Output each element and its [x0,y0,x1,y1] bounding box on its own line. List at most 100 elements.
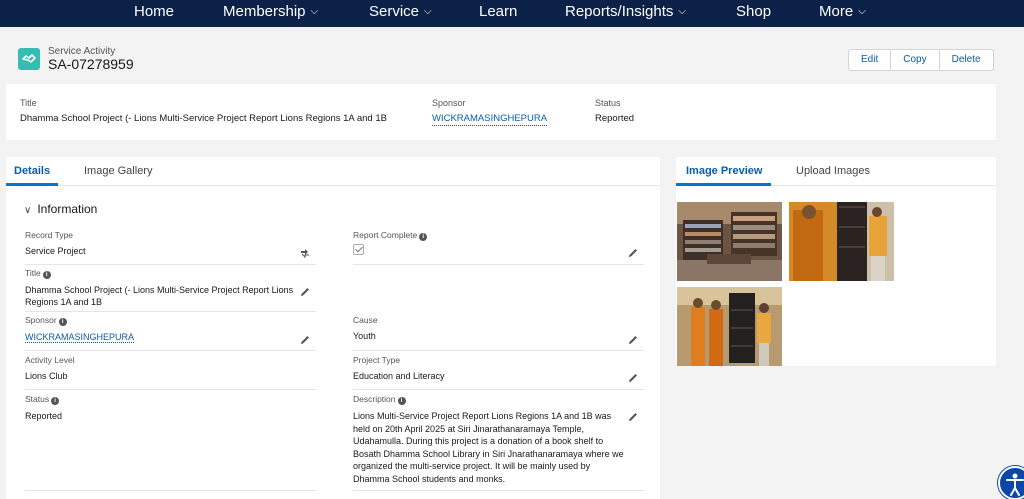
nav-more[interactable]: More ⌵ [819,3,866,23]
highlight-title: Title Dhamma School Project (- Lions Mul… [20,98,387,124]
info-icon[interactable]: i [59,318,67,326]
field-activity-level: Activity Level Lions Club [25,355,75,382]
highlight-title-label: Title [20,98,387,108]
nav-learn[interactable]: Learn [479,3,517,21]
field-report-complete: Report Complete i [353,230,427,260]
highlight-title-value: Dhamma School Project (- Lions Multi-Ser… [20,113,387,124]
chevron-down-icon: ⌵ [678,3,686,21]
nav-learn-label: Learn [479,3,517,20]
chevron-down-icon: ⌵ [858,3,866,21]
project-type-value: Education and Literacy [353,370,445,382]
divider [25,264,316,265]
chevron-down-icon: ∨ [24,205,31,216]
info-icon[interactable]: i [398,397,406,405]
sponsor-label: Sponsor [25,315,57,325]
pencil-icon[interactable] [627,247,639,259]
accessibility-icon[interactable] [998,466,1024,499]
field-sponsor: Sponsor i WICKRAMASINGHEPURA [25,315,134,343]
highlight-sponsor-link[interactable]: WICKRAMASINGHEPURA [432,113,547,126]
nav-shop-label: Shop [736,3,771,20]
activity-level-label: Activity Level [25,355,75,365]
description-value: Lions Multi-Service Project Report Lions… [353,410,625,485]
section-information[interactable]: ∨ Information [24,202,97,216]
image-tabs: Image Preview Upload Images [676,157,996,186]
highlight-sponsor-label: Sponsor [432,98,547,108]
field-status: Status i Reported [25,394,62,422]
divider [25,350,316,351]
group-photo-thumbnail[interactable] [677,287,782,366]
info-icon[interactable]: i [419,233,427,241]
highlight-sponsor: Sponsor WICKRAMASINGHEPURA [432,98,547,124]
info-icon[interactable]: i [51,397,59,405]
info-icon[interactable]: i [43,271,51,279]
record-id-title: SA-07278959 [48,56,134,72]
tab-upload-images[interactable]: Upload Images [796,165,870,177]
pencil-icon[interactable] [627,372,639,384]
chevron-down-icon: ⌵ [311,3,319,21]
handshake-icon [18,48,40,70]
highlights-panel: Title Dhamma School Project (- Lions Mul… [6,84,996,140]
pencil-icon[interactable] [299,334,311,346]
title-value: Dhamma School Project (- Lions Multi-Ser… [25,284,295,308]
field-project-type: Project Type Education and Literacy [353,355,445,382]
description-label: Description [353,394,396,404]
chevron-down-icon: ⌵ [424,3,432,21]
pencil-icon[interactable] [627,334,639,346]
nav-reports-label: Reports/Insights [565,3,673,20]
project-type-label: Project Type [353,355,445,365]
highlight-status-value: Reported [595,113,634,124]
active-tab-indicator [6,183,58,186]
nav-home[interactable]: Home [134,3,174,21]
tab-details[interactable]: Details [14,165,50,177]
status-label: Status [25,394,49,404]
record-type-label: Record Type [25,230,86,240]
nav-service-label: Service [369,3,419,20]
detail-tabs: Details Image Gallery [6,157,660,186]
change-record-type-icon[interactable] [299,247,311,259]
highlight-status: Status Reported [595,98,634,124]
field-record-type: Record Type Service Project [25,230,86,257]
report-complete-label: Report Complete [353,230,417,240]
divider [25,389,316,390]
activity-level-value: Lions Club [25,370,75,382]
divider [353,490,644,491]
report-complete-checkbox [353,244,364,255]
monk-bookshelf-photo-thumbnail[interactable] [789,202,894,281]
section-information-label: Information [37,202,97,216]
nav-reports-insights[interactable]: Reports/Insights ⌵ [565,3,686,23]
field-cause: Cause Youth [353,315,378,342]
tab-image-preview[interactable]: Image Preview [686,165,762,177]
status-value: Reported [25,410,62,422]
divider [353,350,644,351]
nav-membership-label: Membership [223,3,306,20]
record-type-value: Service Project [25,245,86,257]
divider [25,311,316,312]
top-navigation: Home Membership ⌵ Service ⌵ Learn Reports/… [0,0,1024,27]
record-actions: Edit Copy Delete [848,49,994,71]
library-photo-thumbnail[interactable] [677,202,782,281]
nav-service[interactable]: Service ⌵ [369,3,432,23]
divider [25,490,316,491]
divider [353,264,644,265]
nav-home-label: Home [134,3,174,20]
highlight-status-label: Status [595,98,634,108]
field-description: Description i Lions Multi-Service Project… [353,394,625,485]
image-card: Image Preview Upload Images [676,157,996,366]
nav-more-label: More [819,3,853,20]
cause-label: Cause [353,315,378,325]
edit-button[interactable]: Edit [849,50,891,70]
details-card: Details Image Gallery ∨ Information Recor… [6,157,660,499]
cause-value: Youth [353,330,378,342]
nav-shop[interactable]: Shop [736,3,771,21]
copy-button[interactable]: Copy [891,50,939,70]
sponsor-link[interactable]: WICKRAMASINGHEPURA [25,332,134,343]
delete-button[interactable]: Delete [940,50,993,70]
field-title: Title i Dhamma School Project (- Lions Mu… [25,268,295,308]
pencil-icon[interactable] [299,286,311,298]
nav-membership[interactable]: Membership ⌵ [223,3,318,23]
active-tab-indicator [676,183,771,186]
divider [353,389,644,390]
pencil-icon[interactable] [627,411,639,423]
tab-image-gallery[interactable]: Image Gallery [84,165,152,177]
title-label: Title [25,268,41,278]
